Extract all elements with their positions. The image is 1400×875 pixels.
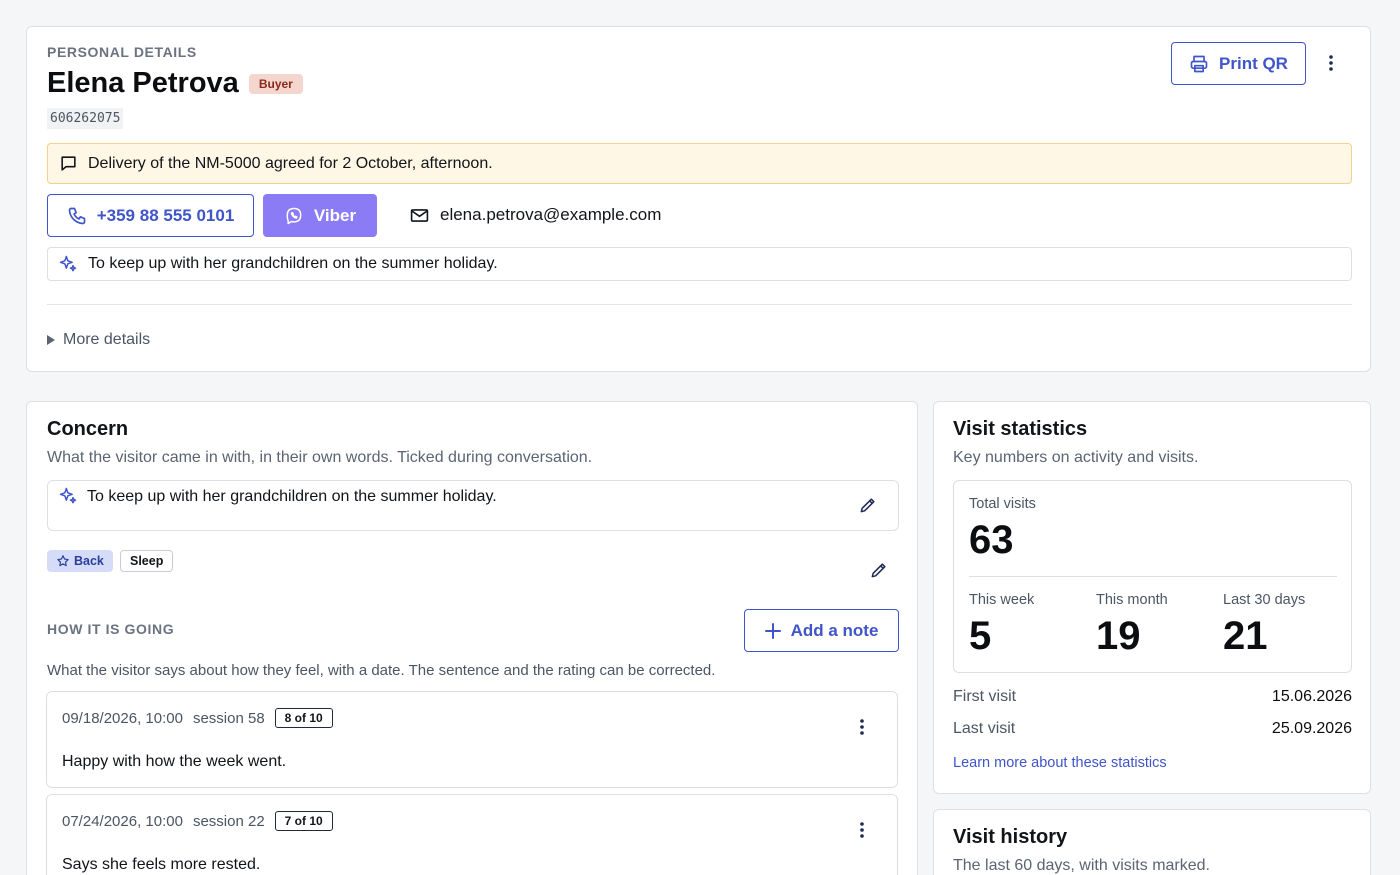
this-month-label: This month	[1096, 592, 1168, 608]
add-note-button[interactable]: Add a note	[744, 609, 899, 652]
section-label: PERSONAL DETAILS	[47, 44, 197, 60]
stats-subtitle: Key numbers on activity and visits.	[953, 449, 1199, 466]
visit-history-card: Visit history The last 60 days, with vis…	[933, 809, 1371, 875]
total-visits-label: Total visits	[969, 496, 1036, 512]
tag-sleep[interactable]: Sleep	[120, 550, 174, 572]
role-badge: Buyer	[248, 73, 303, 94]
plus-icon	[764, 622, 781, 639]
note-datetime: 09/18/2026, 10:00	[62, 709, 183, 727]
last-30-days-value: 21	[1223, 614, 1268, 658]
email-address: elena.petrova@example.com	[440, 205, 662, 224]
concern-goal-box: To keep up with her grandchildren on the…	[47, 480, 899, 531]
first-visit-row: First visit 15.06.2026	[953, 688, 1352, 706]
viber-icon	[284, 206, 304, 226]
last-visit-value: 25.09.2026	[1271, 720, 1352, 737]
goal-text: To keep up with her grandchildren on the…	[88, 255, 498, 272]
concern-card: Concern What the visitor came in with, i…	[26, 401, 918, 875]
email-link[interactable]: elena.petrova@example.com	[410, 205, 661, 225]
more-details-label: More details	[63, 331, 151, 348]
first-visit-value: 15.06.2026	[1271, 688, 1352, 705]
customer-id: 606262075	[47, 108, 124, 129]
caret-right-icon	[47, 335, 55, 345]
progress-subtitle: What the visitor says about how they fee…	[47, 662, 716, 679]
goal-box: To keep up with her grandchildren on the…	[47, 247, 1352, 281]
print-qr-label: Print QR	[1219, 53, 1288, 73]
note-datetime: 07/24/2026, 10:00	[62, 812, 183, 830]
last-visit-label: Last visit	[953, 720, 1016, 737]
note-session: session 58	[192, 709, 265, 727]
customer-header: Elena Petrova Buyer	[47, 67, 303, 100]
progress-note: 07/24/2026, 10:00 session 22 7 of 10 Say…	[46, 794, 898, 875]
phone-button[interactable]: +359 88 555 0101	[47, 194, 254, 237]
tag-back-label: Back	[74, 554, 104, 568]
stats-title: Visit statistics	[953, 418, 1088, 440]
customer-name: Elena Petrova	[47, 67, 239, 99]
total-visits-value: 63	[969, 518, 1014, 562]
tag-sleep-label: Sleep	[130, 554, 164, 568]
last-visit-row: Last visit 25.09.2026	[953, 720, 1352, 738]
edit-goal-icon[interactable]	[858, 495, 878, 515]
first-visit-label: First visit	[953, 688, 1017, 705]
chat-icon	[59, 154, 78, 173]
phone-number: +359 88 555 0101	[96, 205, 235, 225]
viber-label: Viber	[313, 205, 357, 225]
this-week-value: 5	[969, 614, 992, 658]
concern-subtitle: What the visitor came in with, in their …	[47, 449, 593, 466]
note-options-icon[interactable]	[852, 716, 872, 738]
note-rating: 7 of 10	[274, 811, 333, 831]
history-subtitle: The last 60 days, with visits marked.	[953, 857, 1210, 874]
delivery-note-text: Delivery of the NM-5000 agreed for 2 Oct…	[88, 154, 493, 172]
delivery-note: Delivery of the NM-5000 agreed for 2 Oct…	[47, 143, 1352, 184]
note-text: Says she feels more rested.	[62, 856, 261, 873]
more-details-toggle[interactable]: More details	[47, 331, 150, 349]
personal-details-card: PERSONAL DETAILS Elena Petrova Buyer 606…	[26, 26, 1371, 372]
history-title: Visit history	[953, 826, 1068, 848]
note-options-icon[interactable]	[852, 819, 872, 841]
printer-icon	[1189, 54, 1209, 74]
note-rating: 8 of 10	[274, 708, 333, 728]
progress-label: HOW IT IS GOING	[47, 621, 175, 637]
concern-title: Concern	[47, 418, 129, 440]
this-week-label: This week	[969, 592, 1035, 608]
add-note-label: Add a note	[790, 620, 879, 640]
star-icon	[56, 554, 70, 568]
note-text: Happy with how the week went.	[62, 753, 287, 770]
note-session: session 22	[192, 812, 265, 830]
divider	[47, 304, 1352, 305]
this-month-value: 19	[1096, 614, 1141, 658]
stats-divider	[969, 576, 1337, 577]
visit-statistics-card: Visit statistics Key numbers on activity…	[933, 401, 1371, 794]
more-options-icon[interactable]	[1321, 52, 1341, 74]
learn-more-link[interactable]: Learn more about these statistics	[953, 755, 1167, 771]
edit-tags-icon[interactable]	[869, 560, 889, 580]
print-qr-button[interactable]: Print QR	[1171, 42, 1306, 85]
note-meta: 09/18/2026, 10:00 session 58 8 of 10	[62, 708, 333, 728]
tag-back[interactable]: Back	[47, 550, 113, 572]
progress-note: 09/18/2026, 10:00 session 58 8 of 10 Hap…	[46, 691, 898, 788]
phone-icon	[67, 206, 87, 226]
sparkle-icon	[58, 254, 78, 274]
concern-goal-text: To keep up with her grandchildren on the…	[87, 488, 497, 505]
note-meta: 07/24/2026, 10:00 session 22 7 of 10	[62, 811, 333, 831]
sparkle-icon	[58, 486, 78, 506]
last-30-days-label: Last 30 days	[1223, 592, 1306, 608]
stats-panel: Total visits 63 This week 5 This month 1…	[953, 480, 1352, 673]
viber-button[interactable]: Viber	[263, 194, 377, 237]
mail-icon	[410, 207, 429, 224]
